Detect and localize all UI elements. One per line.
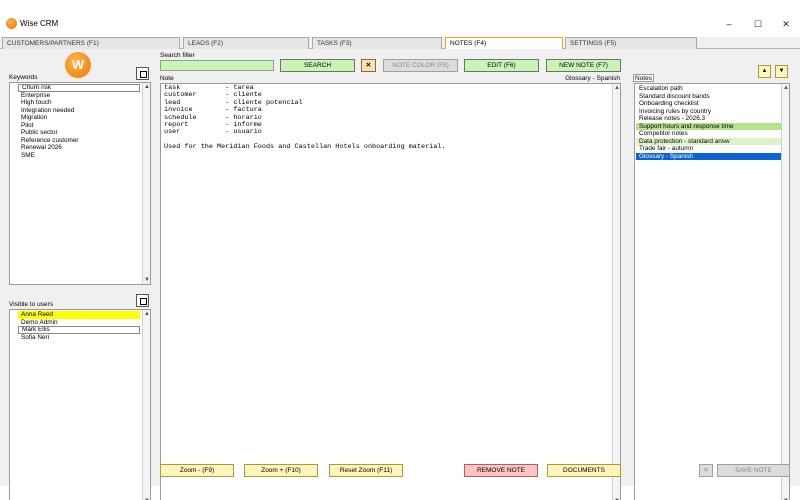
tab-tasks[interactable]: TASKS (F3) [312,37,442,49]
keyword-item[interactable]: Migration [18,114,140,122]
visible-users-items: Anna Reed Demo Admin Mark Ellis Sofia Neri [18,311,140,341]
notes-list[interactable]: Escalation path Standard discount bands On… [634,83,790,500]
keywords-select-button[interactable] [136,67,149,80]
notes-panel: W Keywords Churn risk Enterprise High touc… [0,49,800,500]
maximize-button[interactable]: ☐ [746,17,770,31]
notes-items: Escalation path Standard discount bands On… [636,85,781,160]
scroll-up-icon[interactable]: ▲ [143,310,151,318]
company-logo: W [65,52,91,78]
minimize-button[interactable]: – [717,17,741,31]
note-list-item[interactable]: Glossary - Spanish [636,152,781,160]
user-item[interactable]: Anna Reed [18,311,140,319]
keyword-item[interactable]: Reference customer [18,137,140,145]
note-list-item[interactable]: Data protection - standard answ [636,137,781,145]
scroll-down-icon[interactable]: ▼ [143,276,151,284]
visible-users-label: Visible to users [9,301,53,308]
scroll-up-icon[interactable]: ▲ [613,84,621,92]
note-scrollbar[interactable]: ▲ ▼ [612,84,620,500]
note-list-item[interactable]: Onboarding checklist [636,100,781,108]
tab-customers-partners[interactable]: CUSTOMERS/PARTNERS (F1) [2,37,180,49]
keywords-list[interactable]: Churn risk Enterprise High touch Integratio… [9,82,151,285]
note-list-item[interactable]: Support hours and response time [636,122,781,130]
clear-search-button[interactable]: ✕ [361,59,376,72]
zoom-in-button[interactable]: Zoom + (F10) [244,464,318,477]
keywords-scrollbar[interactable]: ▲ ▼ [142,83,150,284]
tab-bar: CUSTOMERS/PARTNERS (F1) LEADS (F2) TASKS… [0,37,800,50]
keyword-item[interactable]: Enterprise [18,92,140,100]
notes-scrollbar[interactable]: ▲ ▼ [781,84,789,500]
note-label: Note [160,75,174,82]
scroll-up-icon[interactable]: ▲ [782,84,790,92]
search-filter-label: Search filter [160,52,195,59]
app-icon [6,18,17,29]
new-note-button[interactable]: NEW NOTE (F7) [546,59,621,72]
window-title: Wise CRM [20,19,59,28]
keyword-item[interactable]: Renewal 2026 [18,144,140,152]
note-list-item[interactable]: Trade fair - autumn [636,145,781,153]
zoom-out-button[interactable]: Zoom - (F9) [160,464,234,477]
reset-zoom-button[interactable]: Reset Zoom (F11) [329,464,403,477]
search-input[interactable] [160,60,274,71]
move-down-button[interactable]: ▼ [775,65,788,78]
note-list-item[interactable]: Escalation path [636,85,781,93]
tab-leads[interactable]: LEADS (F2) [183,37,309,49]
cancel-edit-button[interactable]: ✕ [699,464,713,477]
move-up-button[interactable]: ▲ [758,65,771,78]
note-list-item[interactable]: Competitor notes [636,130,781,138]
keyword-item[interactable]: High touch [18,99,140,107]
keywords-label: Keywords [9,74,38,81]
keywords-items: Churn risk Enterprise High touch Integratio… [18,84,140,159]
search-button[interactable]: SEARCH [280,59,355,72]
notes-label: Notes [633,74,654,82]
edit-button[interactable]: EDIT (F6) [464,59,539,72]
note-list-item[interactable]: Release notes - 2026.3 [636,115,781,123]
close-button[interactable]: ✕ [774,17,798,31]
user-item[interactable]: Demo Admin [18,319,140,327]
keyword-item[interactable]: Integration needed [18,107,140,115]
scroll-up-icon[interactable]: ▲ [143,83,151,91]
users-select-button[interactable] [136,294,149,307]
keyword-item[interactable]: Churn risk [18,84,140,92]
user-item[interactable]: Sofia Neri [18,334,140,342]
note-editor[interactable]: task - tarea customer - cliente lead - c… [160,83,621,500]
user-item[interactable]: Mark Ellis [18,326,140,334]
save-note-button[interactable]: SAVE NOTE [717,464,790,477]
keyword-item[interactable]: Public sector [18,129,140,137]
note-content: task - tarea customer - cliente lead - c… [164,84,446,152]
tab-settings[interactable]: SETTINGS (F5) [565,37,697,49]
note-list-item[interactable]: Invoicing rules by country [636,108,781,116]
note-color-button[interactable]: NOTE COLOR (F8) [383,59,458,72]
current-note-title: Glossary - Spanish [565,75,620,82]
title-bar: Wise CRM – ☐ ✕ [0,14,800,34]
keyword-item[interactable]: SME [18,152,140,160]
users-scrollbar[interactable]: ▲ ▼ [142,310,150,500]
visible-users-list[interactable]: Anna Reed Demo Admin Mark Ellis Sofia Neri … [9,309,151,500]
note-list-item[interactable]: Standard discount bands [636,93,781,101]
keyword-item[interactable]: Pilot [18,122,140,130]
documents-button[interactable]: DOCUMENTS [547,464,621,477]
remove-note-button[interactable]: REMOVE NOTE [464,464,538,477]
